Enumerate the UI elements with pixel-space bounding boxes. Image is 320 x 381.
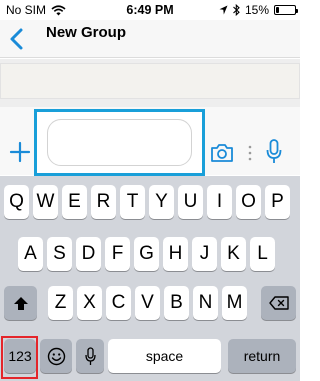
key-j[interactable]: J — [192, 237, 217, 271]
key-u[interactable]: U — [178, 185, 203, 219]
key-x[interactable]: X — [77, 286, 102, 320]
battery-percent: 15% — [244, 3, 269, 17]
key-y[interactable]: Y — [149, 185, 174, 219]
key-c[interactable]: C — [106, 286, 131, 320]
emoji-key[interactable] — [40, 339, 72, 373]
key-q[interactable]: Q — [4, 185, 29, 219]
nav-bar: New Group — [0, 20, 300, 58]
key-g[interactable]: G — [134, 237, 159, 271]
chevron-left-icon[interactable] — [6, 26, 28, 52]
key-e[interactable]: E — [62, 185, 87, 219]
dictation-mic-icon — [84, 346, 96, 365]
message-strip — [0, 63, 300, 99]
key-z[interactable]: Z — [48, 286, 73, 320]
chat-area — [0, 59, 300, 107]
location-arrow-icon — [219, 5, 228, 15]
numbers-key[interactable]: 123 — [4, 339, 36, 373]
key-n[interactable]: N — [193, 286, 218, 320]
key-k[interactable]: K — [221, 237, 246, 271]
space-key[interactable]: space — [108, 339, 221, 373]
status-bar: No SIM 6:49 PM 15% — [0, 0, 300, 20]
composer-bar — [0, 107, 300, 176]
shift-icon — [13, 296, 28, 310]
bluetooth-icon — [233, 4, 240, 16]
status-right: 15% — [219, 3, 298, 17]
input-highlight — [34, 109, 205, 176]
page-title: New Group — [46, 24, 127, 41]
key-f[interactable]: F — [105, 237, 130, 271]
battery-icon — [274, 5, 298, 15]
key-s[interactable]: S — [47, 237, 72, 271]
key-d[interactable]: D — [76, 237, 101, 271]
microphone-icon[interactable] — [266, 139, 282, 165]
shift-key[interactable] — [4, 286, 37, 320]
backspace-key[interactable] — [261, 286, 296, 320]
key-h[interactable]: H — [163, 237, 188, 271]
dictation-key[interactable] — [76, 339, 104, 373]
key-p[interactable]: P — [265, 185, 290, 219]
backspace-icon — [268, 296, 289, 310]
key-v[interactable]: V — [135, 286, 160, 320]
plus-icon[interactable] — [9, 141, 31, 163]
key-r[interactable]: R — [91, 185, 116, 219]
return-key[interactable]: return — [228, 339, 296, 373]
keyboard: Q W E R T Y U I O P A S D F G H J K L Z … — [0, 176, 300, 381]
more-dots-icon[interactable] — [248, 145, 252, 161]
key-w[interactable]: W — [33, 185, 58, 219]
key-m[interactable]: M — [222, 286, 247, 320]
key-t[interactable]: T — [120, 185, 145, 219]
key-b[interactable]: B — [164, 286, 189, 320]
battery-level — [276, 7, 279, 13]
key-i[interactable]: I — [207, 185, 232, 219]
key-a[interactable]: A — [18, 237, 43, 271]
camera-icon[interactable] — [210, 143, 234, 163]
key-l[interactable]: L — [250, 237, 275, 271]
message-input[interactable] — [47, 119, 192, 166]
emoji-icon — [47, 347, 65, 365]
key-o[interactable]: O — [236, 185, 261, 219]
